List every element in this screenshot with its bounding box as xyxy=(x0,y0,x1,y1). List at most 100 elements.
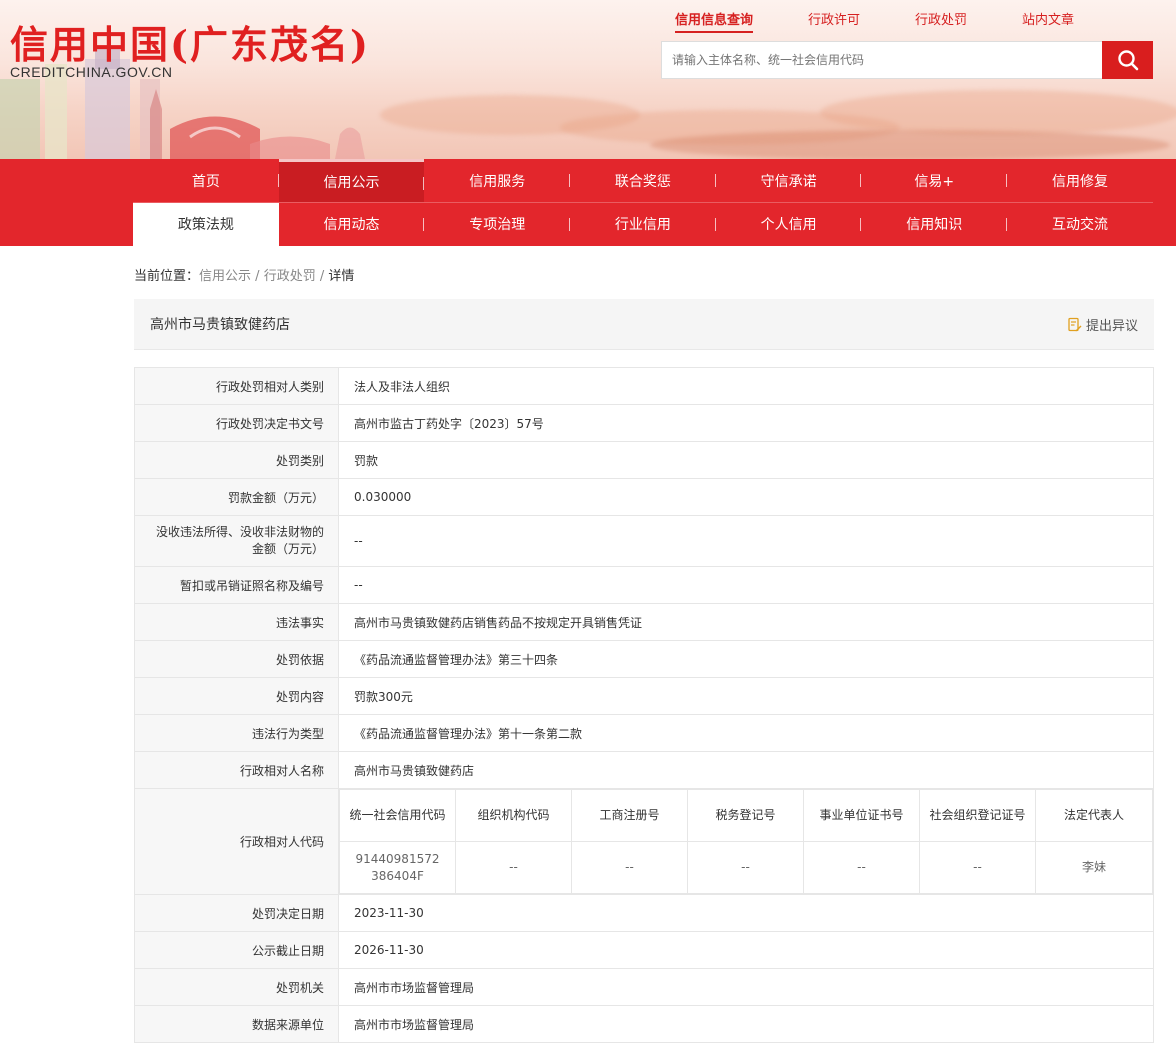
banner-cloud xyxy=(650,130,1170,159)
nav-item-credit-disclosure[interactable]: 信用公示 xyxy=(278,159,425,202)
field-label: 数据来源单位 xyxy=(134,1005,339,1043)
breadcrumb-separator: / xyxy=(319,269,325,284)
field-label: 没收违法所得、没收非法财物的金额（万元） xyxy=(134,515,339,567)
nav-item-credit-commitment[interactable]: 守信承诺 xyxy=(716,159,862,202)
detail-row: 行政相对人名称 高州市马贵镇致健药店 xyxy=(134,751,1154,789)
field-label: 处罚依据 xyxy=(134,640,339,678)
codes-header-business-reg: 工商注册号 xyxy=(571,789,688,842)
nav-item-credit-news[interactable]: 信用动态 xyxy=(279,203,425,246)
objection-icon xyxy=(1068,317,1082,331)
detail-row: 行政处罚相对人类别 法人及非法人组织 xyxy=(134,367,1154,405)
field-label: 暂扣或吊销证照名称及编号 xyxy=(134,566,339,604)
field-label: 违法事实 xyxy=(134,603,339,641)
field-value: -- xyxy=(338,515,1154,567)
nav-item-home[interactable]: 首页 xyxy=(133,159,279,202)
field-value: 高州市市场监督管理局 xyxy=(338,968,1154,1006)
detail-row-codes: 行政相对人代码 统一社会信用代码 组织机构代码 工商注册号 税务登记号 事业单位… xyxy=(134,788,1154,895)
banner-cloud xyxy=(820,90,1176,135)
nav-item-personal-credit[interactable]: 个人信用 xyxy=(716,203,862,246)
codes-header-org-code: 组织机构代码 xyxy=(455,789,572,842)
header-banner: 信用中国(广东茂名) CREDITCHINA.GOV.CN 信用信息查询 行政许… xyxy=(0,0,1176,159)
codes-value-social-org-cert: -- xyxy=(919,841,1036,894)
detail-row: 处罚内容 罚款300元 xyxy=(134,677,1154,715)
codes-value-legal-rep: 李妹 xyxy=(1035,841,1153,894)
codes-value-business-reg: -- xyxy=(571,841,688,894)
codes-cell: 统一社会信用代码 组织机构代码 工商注册号 税务登记号 事业单位证书号 社会组织… xyxy=(338,788,1154,895)
codes-header-uscc: 统一社会信用代码 xyxy=(339,789,456,842)
record-title: 高州市马贵镇致健药店 xyxy=(150,317,290,333)
detail-row: 行政处罚决定书文号 高州市监古丁药处字〔2023〕57号 xyxy=(134,404,1154,442)
codes-header-social-org-cert: 社会组织登记证号 xyxy=(919,789,1036,842)
detail-row: 违法事实 高州市马贵镇致健药店销售药品不按规定开具销售凭证 xyxy=(134,603,1154,641)
search-button[interactable] xyxy=(1102,41,1153,79)
top-link-admin-penalty[interactable]: 行政处罚 xyxy=(915,9,967,33)
field-value: 高州市马贵镇致健药店销售药品不按规定开具销售凭证 xyxy=(338,603,1154,641)
codes-value-row: 91440981572386404F -- -- -- -- -- 李妹 xyxy=(339,841,1153,894)
site-logo-title: 信用中国(广东茂名) xyxy=(10,22,370,67)
codes-header-legal-rep: 法定代表人 xyxy=(1035,789,1153,842)
objection-button[interactable]: 提出异议 xyxy=(1068,315,1138,334)
field-label: 处罚内容 xyxy=(134,677,339,715)
breadcrumb-item-credit-disclosure[interactable]: 信用公示 xyxy=(199,269,251,284)
breadcrumb-item-admin-penalty[interactable]: 行政处罚 xyxy=(264,269,316,284)
codes-header-row: 统一社会信用代码 组织机构代码 工商注册号 税务登记号 事业单位证书号 社会组织… xyxy=(339,789,1153,842)
nav-item-xinyi-plus[interactable]: 信易+ xyxy=(861,159,1007,202)
top-link-site-articles[interactable]: 站内文章 xyxy=(1022,9,1074,33)
record-title-bar: 高州市马贵镇致健药店 提出异议 xyxy=(134,299,1154,350)
nav-item-policy-regulations[interactable]: 政策法规 xyxy=(133,202,279,246)
field-value: 《药品流通监督管理办法》第十一条第二款 xyxy=(338,714,1154,752)
field-value: 《药品流通监督管理办法》第三十四条 xyxy=(338,640,1154,678)
detail-row: 处罚类别 罚款 xyxy=(134,441,1154,479)
field-label: 处罚类别 xyxy=(134,441,339,479)
detail-row: 处罚机关 高州市市场监督管理局 xyxy=(134,968,1154,1006)
field-value: 2026-11-30 xyxy=(338,931,1154,969)
nav-item-credit-repair[interactable]: 信用修复 xyxy=(1007,159,1153,202)
detail-row: 暂扣或吊销证照名称及编号 -- xyxy=(134,566,1154,604)
field-label: 行政处罚决定书文号 xyxy=(134,404,339,442)
top-link-credit-query[interactable]: 信用信息查询 xyxy=(675,9,754,33)
detail-row: 数据来源单位 高州市市场监督管理局 xyxy=(134,1005,1154,1043)
nav-item-credit-service[interactable]: 信用服务 xyxy=(424,159,570,202)
field-value: 高州市市场监督管理局 xyxy=(338,1005,1154,1043)
codes-table: 统一社会信用代码 组织机构代码 工商注册号 税务登记号 事业单位证书号 社会组织… xyxy=(339,789,1153,894)
breadcrumb: 当前位置：信用公示 / 行政处罚 / 详情 xyxy=(134,265,1176,284)
field-value: 高州市监古丁药处字〔2023〕57号 xyxy=(338,404,1154,442)
nav-item-interaction[interactable]: 互动交流 xyxy=(1007,203,1153,246)
nav-row-2: 政策法规 信用动态 专项治理 行业信用 个人信用 信用知识 互动交流 xyxy=(133,202,1153,246)
nav-row-1: 首页 信用公示 信用服务 联合奖惩 守信承诺 信易+ 信用修复 xyxy=(133,159,1153,202)
search-input[interactable] xyxy=(661,41,1102,79)
breadcrumb-prefix: 当前位置： xyxy=(134,269,200,284)
codes-header-tax-reg: 税务登记号 xyxy=(687,789,804,842)
nav-item-special-governance[interactable]: 专项治理 xyxy=(424,203,570,246)
top-links: 信用信息查询 行政许可 行政处罚 站内文章 xyxy=(660,9,1074,33)
nav-item-industry-credit[interactable]: 行业信用 xyxy=(570,203,716,246)
site-logo-subtitle: CREDITCHINA.GOV.CN xyxy=(10,64,173,80)
objection-label: 提出异议 xyxy=(1085,318,1138,334)
field-value: 罚款300元 xyxy=(338,677,1154,715)
top-link-admin-license[interactable]: 行政许可 xyxy=(808,9,860,33)
codes-value-uscc: 91440981572386404F xyxy=(339,841,456,894)
detail-row: 处罚决定日期 2023-11-30 xyxy=(134,894,1154,932)
detail-row: 罚款金额（万元） 0.030000 xyxy=(134,478,1154,516)
field-label: 罚款金额（万元） xyxy=(134,478,339,516)
field-label: 行政相对人代码 xyxy=(134,788,339,895)
nav-item-credit-knowledge[interactable]: 信用知识 xyxy=(861,203,1007,246)
field-label: 处罚决定日期 xyxy=(134,894,339,932)
field-label: 公示截止日期 xyxy=(134,931,339,969)
field-value: 2023-11-30 xyxy=(338,894,1154,932)
codes-value-org-code: -- xyxy=(455,841,572,894)
detail-row: 违法行为类型 《药品流通监督管理办法》第十一条第二款 xyxy=(134,714,1154,752)
field-value: 罚款 xyxy=(338,441,1154,479)
detail-row: 没收违法所得、没收非法财物的金额（万元） -- xyxy=(134,515,1154,567)
detail-row: 公示截止日期 2026-11-30 xyxy=(134,931,1154,969)
nav-item-joint-reward-punish[interactable]: 联合奖惩 xyxy=(570,159,716,202)
field-value: 0.030000 xyxy=(338,478,1154,516)
penalty-detail-table: 行政处罚相对人类别 法人及非法人组织 行政处罚决定书文号 高州市监古丁药处字〔2… xyxy=(134,367,1154,1043)
field-value: -- xyxy=(338,566,1154,604)
codes-header-institution-cert: 事业单位证书号 xyxy=(803,789,920,842)
breadcrumb-item-detail: 详情 xyxy=(328,269,355,284)
main-nav: 首页 信用公示 信用服务 联合奖惩 守信承诺 信易+ 信用修复 政策法规 信用动… xyxy=(0,159,1176,246)
field-label: 行政处罚相对人类别 xyxy=(134,367,339,405)
field-label: 处罚机关 xyxy=(134,968,339,1006)
field-label: 违法行为类型 xyxy=(134,714,339,752)
